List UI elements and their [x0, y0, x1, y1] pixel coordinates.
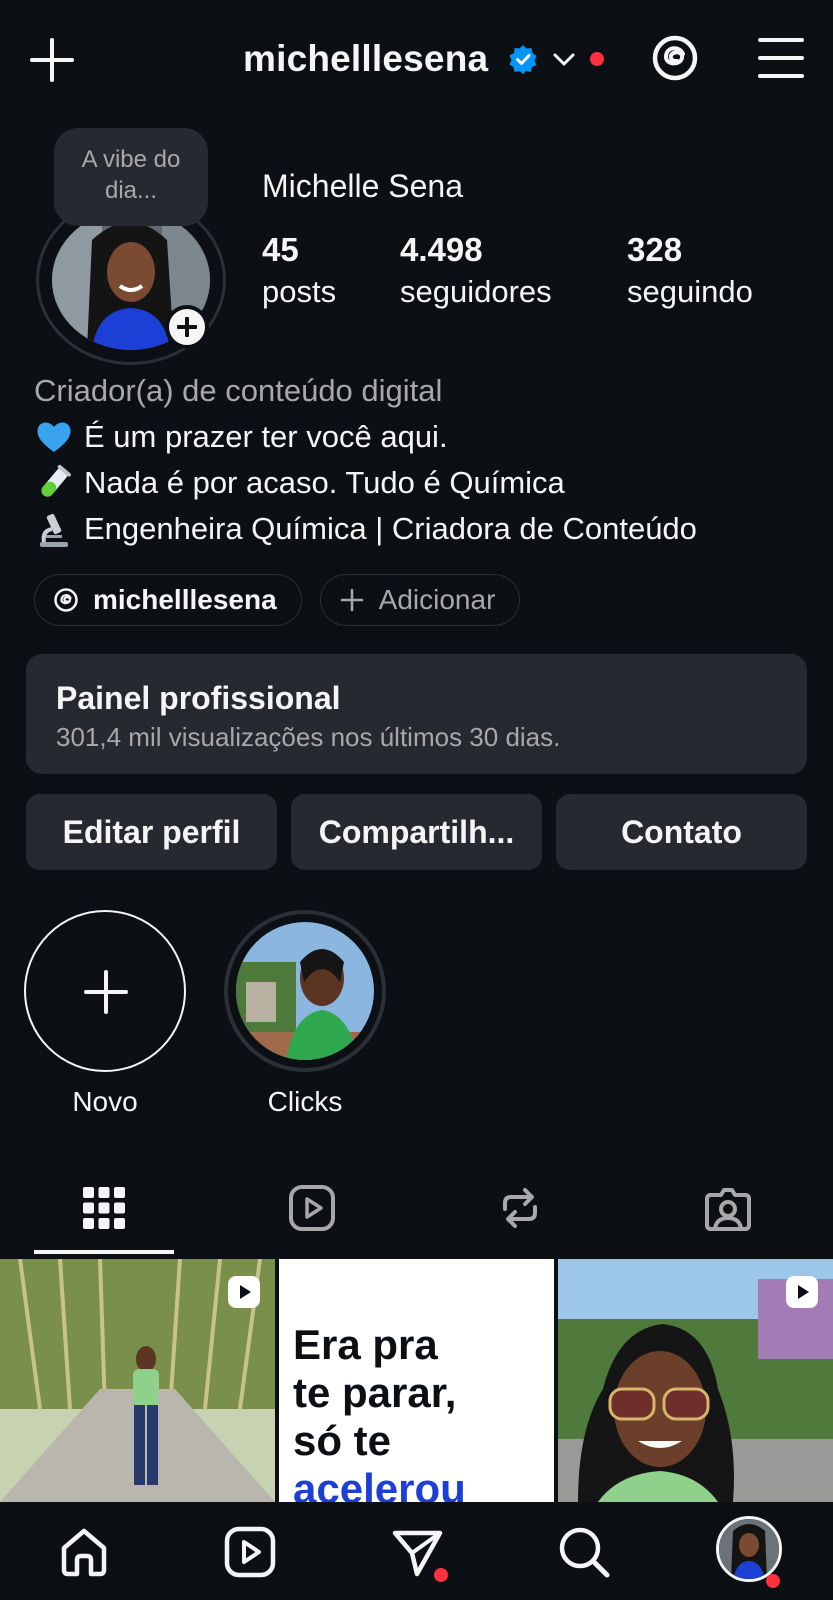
bio-line: Nada é por acaso. Tudo é Química	[34, 460, 824, 506]
verified-badge-icon	[509, 45, 537, 74]
post-text-line: Era pra	[293, 1321, 438, 1368]
tab-posts-grid[interactable]	[34, 1160, 174, 1256]
post-text-line: acelerou	[293, 1465, 466, 1502]
stat-followers[interactable]: 4.498 seguidores	[400, 230, 552, 314]
grid-icon	[83, 1187, 125, 1229]
profile-actions: Editar perfil Compartilh... Contato	[26, 794, 807, 870]
reel-badge-icon	[786, 1276, 818, 1308]
new-highlight-plus-icon	[24, 910, 186, 1072]
stat-posts[interactable]: 45 posts	[262, 230, 336, 314]
profile-note-bubble[interactable]: A vibe do dia...	[54, 128, 208, 226]
bio-line: Engenheira Química | Criadora de Conteúd…	[34, 506, 824, 552]
account-switcher[interactable]: michelllesena	[243, 36, 605, 82]
home-icon	[61, 1528, 107, 1577]
stat-followers-value: 4.498	[400, 231, 483, 268]
tab-tagged[interactable]	[658, 1160, 798, 1256]
stat-following-value: 328	[627, 231, 683, 268]
threads-link-label: michelllesena	[93, 584, 277, 615]
threads-link-pill[interactable]: michelllesena	[34, 574, 302, 626]
reel-badge-icon	[228, 1276, 260, 1308]
bio-line-text: É um prazer ter você aqui.	[84, 419, 448, 454]
highlight-clicks[interactable]: Clicks	[224, 910, 386, 1118]
highlight-label: Clicks	[267, 1086, 343, 1117]
threads-icon	[54, 588, 78, 612]
reels-icon	[224, 1526, 276, 1578]
menu-icon[interactable]	[758, 36, 804, 80]
add-link-label: Adicionar	[378, 584, 496, 615]
bio: Criador(a) de conteúdo digital É um praz…	[34, 368, 824, 552]
profile-links: michelllesena Adicionar	[34, 574, 521, 626]
highlight-label: Novo	[72, 1086, 138, 1117]
create-plus-icon[interactable]	[28, 36, 76, 84]
stat-followers-label: seguidores	[400, 274, 552, 309]
bottom-navigation	[0, 1502, 833, 1600]
notification-dot	[590, 52, 605, 66]
stat-posts-value: 45	[262, 231, 299, 268]
profile-tabs	[0, 1160, 833, 1256]
full-name: Michelle Sena	[262, 168, 463, 204]
edit-profile-button[interactable]: Editar perfil	[26, 794, 277, 870]
reels-icon	[289, 1185, 335, 1231]
bio-line: É um prazer ter você aqui.	[34, 414, 824, 460]
stat-posts-label: posts	[262, 274, 337, 309]
threads-icon[interactable]	[650, 32, 700, 84]
top-bar: michelllesena	[0, 0, 833, 116]
dashboard-title: Painel profissional	[56, 680, 341, 716]
nav-reels[interactable]	[222, 1524, 278, 1580]
test-tube-emoji-icon	[41, 464, 71, 497]
post-thumbnail[interactable]	[0, 1259, 275, 1502]
microscope-emoji-icon	[40, 513, 68, 547]
tab-reels[interactable]	[242, 1160, 382, 1256]
posts-grid: Era pra te parar, só te acelerou	[0, 1259, 833, 1502]
post-text-overlay: Era pra te parar, só te acelerou	[293, 1321, 466, 1502]
tagged-icon	[705, 1188, 751, 1231]
blue-heart-emoji-icon	[37, 422, 71, 452]
highlight-cover	[224, 910, 386, 1072]
tab-reposts[interactable]	[450, 1160, 590, 1256]
nav-home[interactable]	[56, 1524, 112, 1580]
share-profile-button[interactable]: Compartilh...	[291, 794, 542, 870]
post-thumbnail[interactable]: Era pra te parar, só te acelerou	[279, 1259, 554, 1502]
username-title: michelllesena	[243, 38, 489, 79]
post-text-line: só te	[293, 1417, 392, 1464]
profile-notification-dot	[766, 1574, 780, 1588]
dashboard-subtitle: 301,4 mil visualizações nos últimos 30 d…	[56, 722, 561, 752]
nav-search[interactable]	[556, 1524, 612, 1580]
highlight-new[interactable]: Novo	[24, 910, 186, 1118]
plus-icon	[340, 588, 363, 612]
stat-following-label: seguindo	[627, 274, 753, 309]
nav-profile-avatar[interactable]	[716, 1516, 782, 1582]
bio-category: Criador(a) de conteúdo digital	[34, 373, 443, 408]
add-story-plus-icon[interactable]	[165, 305, 209, 349]
professional-dashboard[interactable]: Painel profissional 301,4 mil visualizaç…	[26, 654, 807, 774]
contact-button[interactable]: Contato	[556, 794, 807, 870]
bio-line-text: Engenheira Química | Criadora de Conteúd…	[84, 511, 697, 546]
add-link-pill[interactable]: Adicionar	[319, 574, 521, 626]
post-thumbnail[interactable]	[558, 1259, 833, 1502]
search-icon	[559, 1527, 610, 1578]
chevron-down-icon	[553, 53, 575, 66]
bio-line-text: Nada é por acaso. Tudo é Química	[84, 465, 565, 500]
repost-icon	[503, 1188, 537, 1228]
profile-note-text: A vibe do dia...	[81, 146, 181, 204]
stat-following[interactable]: 328 seguindo	[627, 230, 753, 314]
post-text-line: te parar,	[293, 1369, 457, 1416]
active-tab-indicator	[34, 1250, 174, 1254]
direct-notification-dot	[434, 1568, 448, 1582]
